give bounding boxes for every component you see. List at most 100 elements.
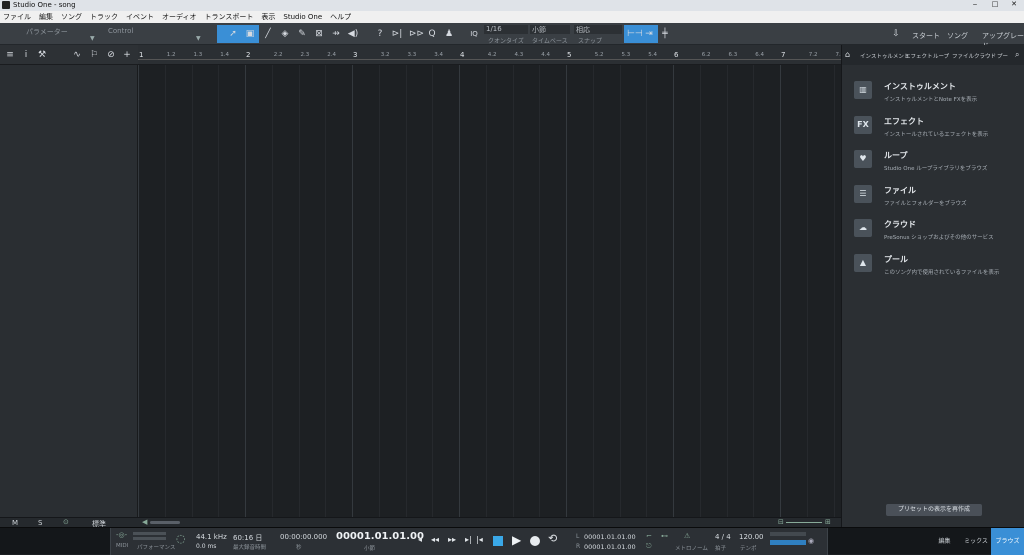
- timeline-ruler[interactable]: 1 2 3 4 5 6 7 1.2 1.3 1.4 2.2 2.3 2.4 3.2 3.3 3.4 4.2 4.…: [138, 45, 844, 65]
- scroll-left-icon[interactable]: ◀: [142, 518, 147, 526]
- browser-tab-cloud[interactable]: クラウド: [974, 52, 996, 60]
- time-signature[interactable]: 4 / 4: [715, 533, 731, 541]
- master-toggle-icon[interactable]: ◉: [808, 537, 814, 545]
- home-icon[interactable]: ⌂: [845, 50, 850, 59]
- menu-transport[interactable]: トランスポート: [205, 12, 254, 22]
- wrench-icon[interactable]: ⚒: [36, 49, 48, 61]
- snap-grid-icon[interactable]: ⇥: [643, 28, 655, 40]
- bend-tool-icon[interactable]: ⇸: [330, 28, 342, 40]
- browser-tab-files[interactable]: ファイル: [952, 52, 974, 60]
- close-button[interactable]: ✕: [1005, 0, 1023, 8]
- goto-start-icon[interactable]: ◂: [418, 535, 422, 544]
- rebuild-presets-button[interactable]: プリセットの表示を再作成: [886, 504, 982, 516]
- quantize-icon[interactable]: Q: [426, 28, 438, 40]
- loop-start-icon[interactable]: |◂: [476, 535, 483, 544]
- start-tab[interactable]: スタート: [912, 31, 940, 41]
- browser-item-fx[interactable]: FX エフェクト インストールされているエフェクトを表示: [854, 115, 1014, 146]
- snap-toggle-icon[interactable]: ⊢⊣: [627, 28, 643, 40]
- browser-item-title: ファイル: [884, 185, 916, 195]
- menu-event[interactable]: イベント: [126, 12, 154, 22]
- arrangement-view[interactable]: [138, 65, 862, 517]
- record-button[interactable]: [530, 536, 540, 546]
- help-icon[interactable]: ?: [374, 28, 386, 40]
- grid-line: [378, 65, 380, 517]
- info-icon[interactable]: i: [20, 49, 32, 61]
- listen-tool-icon[interactable]: ◀): [347, 28, 359, 40]
- tempo-label: テンポ: [740, 546, 757, 552]
- fast-forward-icon[interactable]: ▸▸: [448, 535, 456, 544]
- punch-in-icon[interactable]: ⌐: [646, 532, 652, 540]
- menu-file[interactable]: ファイル: [3, 12, 31, 22]
- goto-end-icon[interactable]: ▸|: [465, 535, 472, 544]
- song-tab[interactable]: ソング: [947, 31, 968, 41]
- browser-tab-pool[interactable]: プー: [997, 52, 1008, 60]
- add-track-icon[interactable]: +: [121, 49, 133, 61]
- range-tool-icon[interactable]: ▣: [244, 28, 256, 40]
- minimize-button[interactable]: ‒: [966, 0, 984, 8]
- edit-view-button[interactable]: 編集: [929, 528, 960, 555]
- zoom-out-icon[interactable]: ⊟: [778, 518, 784, 526]
- timebase-select[interactable]: 小節: [530, 25, 570, 34]
- tune-icon[interactable]: ♟: [443, 28, 455, 40]
- track-list: [0, 65, 138, 517]
- menu-studio-one[interactable]: Studio One: [283, 13, 322, 21]
- play-icon[interactable]: ▶: [512, 533, 521, 547]
- paint-tool-icon[interactable]: ✎: [296, 28, 308, 40]
- start-page-icon[interactable]: ⇩: [890, 28, 902, 40]
- split-tool-icon[interactable]: ╱: [262, 28, 274, 40]
- browser-item-cloud[interactable]: ☁ クラウド PreSonus ショップおよびその他のサービス: [854, 219, 1014, 249]
- audio-bend-icon[interactable]: ⊳|: [391, 28, 403, 40]
- metronome-icon[interactable]: ⚠: [684, 532, 690, 540]
- browser-search-icon[interactable]: ⌕: [1015, 50, 1019, 60]
- browser-item-file[interactable]: ☰ ファイル ファイルとフォルダーをブラウズ: [854, 184, 1014, 215]
- control-dropdown-icon[interactable]: ▼: [196, 35, 201, 42]
- detect-icon[interactable]: ⊳⊳: [409, 28, 424, 40]
- tempo[interactable]: 120.00: [739, 533, 764, 541]
- zoom-slider[interactable]: [786, 522, 822, 523]
- menu-view[interactable]: 表示: [261, 12, 275, 22]
- precount-icon[interactable]: ⎋: [646, 542, 652, 551]
- left-locator[interactable]: 00001.01.01.00: [584, 533, 636, 541]
- menu-help[interactable]: ヘルプ: [330, 12, 351, 22]
- metronome-settings-icon[interactable]: ⊷: [661, 532, 668, 540]
- right-locator[interactable]: 00001.01.01.00: [584, 543, 636, 551]
- snap-select[interactable]: 相応: [574, 25, 622, 34]
- solo-all-button[interactable]: S: [38, 519, 42, 527]
- arrow-tool-icon[interactable]: ➚: [227, 28, 239, 40]
- master-volume-slider[interactable]: [770, 540, 806, 545]
- tempo-icon[interactable]: ⊘: [105, 49, 117, 61]
- browser-tab-loops[interactable]: ループ: [933, 52, 949, 60]
- browser-tab-instruments[interactable]: インストゥルメント: [860, 52, 909, 60]
- browser-item-loop[interactable]: ♥ ループ Studio One ループライブラリをブラウズ: [854, 150, 1014, 180]
- parameter-dropdown-icon[interactable]: ▼: [90, 35, 95, 42]
- mute-tool-icon[interactable]: ⊠: [313, 28, 325, 40]
- menu-edit[interactable]: 編集: [39, 12, 53, 22]
- zoom-in-icon[interactable]: ⊞: [825, 518, 831, 526]
- mix-view-button[interactable]: ミックス: [961, 528, 991, 555]
- horizontal-scrollbar[interactable]: [150, 521, 180, 524]
- loop-icon[interactable]: ⟲: [548, 532, 557, 545]
- list-icon[interactable]: ≡: [4, 49, 16, 61]
- ruler-beat-label: 6.3: [728, 52, 738, 58]
- record-arm-icon[interactable]: ⊙: [63, 518, 69, 526]
- automation-icon[interactable]: ∿: [71, 49, 83, 61]
- eraser-tool-icon[interactable]: ◈: [279, 28, 291, 40]
- iq-icon[interactable]: IQ: [468, 28, 480, 40]
- quantize-select[interactable]: 1/16: [484, 25, 528, 34]
- mute-all-button[interactable]: M: [12, 519, 18, 527]
- browser-tab-effects[interactable]: エフェクト: [905, 52, 933, 60]
- ruler-track: [138, 59, 841, 60]
- ruler-beat-label: 5.2: [594, 52, 604, 58]
- browser-item-piano[interactable]: ▥ インストゥルメント インストゥルメントとNote FXを表示: [854, 81, 1014, 111]
- menu-track[interactable]: トラック: [90, 12, 118, 22]
- rewind-icon[interactable]: ◂◂: [431, 535, 439, 544]
- stop-button[interactable]: [493, 536, 503, 546]
- browser-item-pool[interactable]: ▲ プール このソング内で使用されているファイルを表示: [854, 253, 1014, 284]
- maximize-button[interactable]: □: [986, 0, 1004, 8]
- browse-view-button[interactable]: ブラウズ: [991, 528, 1024, 555]
- title-bar: Studio One - song ‒ □ ✕: [0, 0, 1024, 11]
- menu-song[interactable]: ソング: [61, 12, 82, 22]
- marker-icon[interactable]: ⚐: [88, 49, 100, 61]
- menu-audio[interactable]: オーディオ: [162, 12, 197, 22]
- ripple-icon[interactable]: ╪: [659, 28, 671, 40]
